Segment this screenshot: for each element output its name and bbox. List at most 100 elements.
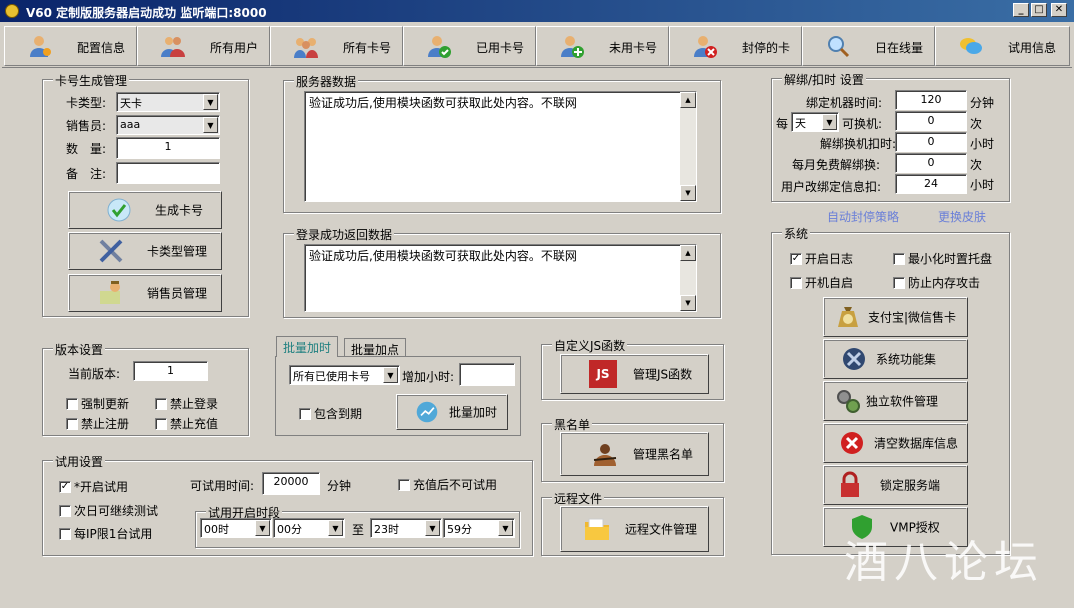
card-type-manage-button[interactable]: 卡类型管理 [68,232,222,270]
from-minute-select[interactable]: 00分 ▼ [273,518,345,538]
include-expired-checkbox[interactable]: 包含到期 [299,405,362,422]
toolbar-used-cards-button[interactable]: 已用卡号 [403,26,536,66]
note-input[interactable] [116,162,220,184]
user-change-input[interactable]: 24 [895,174,967,194]
checkbox-box: ✓ [790,252,802,265]
card-type-label: 卡类型: [66,96,107,110]
lock-server-button[interactable]: 锁定服务端 [823,465,968,505]
toolbar-label: 配置信息 [77,41,126,55]
trial-time-input[interactable]: 20000 [262,472,320,495]
remote-file-manage-button[interactable]: 远程文件管理 [560,506,709,552]
group-title: 解绑/扣时 设置 [782,71,866,88]
window-title: V60 定制版服务器启动成功 监听端口:8000 [26,6,267,20]
enable-log-checkbox[interactable]: ✓ 开启日志 [790,250,853,267]
unit-label: 小时 [970,137,995,151]
manage-js-button[interactable]: JS 管理JS函数 [560,354,709,394]
toolbar-unused-cards-button[interactable]: 未用卡号 [536,26,669,66]
change-skin-link[interactable]: 更换皮肤 [938,208,986,225]
current-version-label: 当前版本: [68,367,121,381]
per-period-select[interactable]: 天 ▼ [791,112,839,132]
clear-database-button[interactable]: 清空数据库信息 [823,423,968,463]
toolbar-daily-online-button[interactable]: 日在线量 [802,26,935,66]
card-scope-select[interactable]: 所有已使用卡号 ▼ [289,365,400,385]
scrollbar[interactable]: ▲ ▼ [680,92,696,201]
no-trial-after-recharge-checkbox[interactable]: 充值后不可试用 [398,476,497,493]
one-per-ip-checkbox[interactable]: 每IP限1台试用 [59,525,152,542]
seller-manage-button[interactable]: 销售员管理 [68,274,222,312]
auto-ban-policy-link[interactable]: 自动封停策略 [827,208,899,225]
toolbar: 配置信息 所有用户 所有卡号 已用卡号 未用卡号 封停的卡 日在线量 试用信息 [2,24,1072,68]
next-day-trial-checkbox[interactable]: 次日可继续测试 [59,502,158,519]
toolbar-all-users-button[interactable]: 所有用户 [137,26,270,66]
checkbox-box [299,407,311,420]
scrollbar[interactable]: ▲ ▼ [680,245,696,311]
free-unbind-input[interactable]: 0 [895,153,967,173]
unbind-deduct-input[interactable]: 0 [895,132,967,152]
generate-card-button[interactable]: 生成卡号 [68,191,222,229]
chevron-down-icon: ▼ [425,520,440,536]
change-count-input[interactable]: 0 [895,111,967,131]
batch-add-time-button[interactable]: 批量加时 [396,394,508,430]
disable-register-checkbox[interactable]: 禁止注册 [66,415,129,432]
toolbar-all-cards-button[interactable]: 所有卡号 [270,26,403,66]
tab-batch-add-points[interactable]: 批量加点 [344,338,407,357]
toolbar-label: 已用卡号 [476,41,525,55]
toolbar-trial-info-button[interactable]: 试用信息 [935,26,1070,66]
tools-icon [843,348,865,370]
toolbar-label: 所有卡号 [343,41,392,55]
disable-recharge-checkbox[interactable]: 禁止充值 [155,415,218,432]
folder-icon [585,518,609,540]
tab-batch-add-time[interactable]: 批量加时 [276,336,339,357]
alipay-wechat-button[interactable]: 支付宝|微信售卡 [823,297,968,337]
bind-time-input[interactable]: 120 [895,90,967,110]
enable-trial-checkbox[interactable]: ✓ *开启试用 [59,478,128,495]
checkbox-box [66,417,78,430]
manage-blacklist-button[interactable]: 管理黑名单 [560,432,709,476]
checkbox-box [398,478,410,491]
tools-icon [99,239,123,263]
scroll-up-icon[interactable]: ▲ [680,245,696,261]
system-functions-button[interactable]: 系统功能集 [823,339,968,379]
money-bag-icon [838,307,858,327]
add-hours-input[interactable] [459,363,515,386]
login-data-textarea[interactable]: 验证成功后,使用模块函数可获取此处内容。不联网 ▲ ▼ [304,244,697,312]
to-hour-select[interactable]: 23时 ▼ [370,518,442,538]
scroll-down-icon[interactable]: ▼ [680,295,696,311]
current-version-input[interactable]: 1 [133,361,208,381]
chevron-down-icon: ▼ [498,520,513,536]
server-data-textarea[interactable]: 验证成功后,使用模块函数可获取此处内容。不联网 ▲ ▼ [304,91,697,202]
anti-attack-checkbox[interactable]: 防止内存攻击 [893,274,980,291]
toolbar-label: 封停的卡 [742,41,791,55]
disable-login-checkbox[interactable]: 禁止登录 [155,395,218,412]
chevron-down-icon: ▼ [203,94,218,110]
scroll-down-icon[interactable]: ▼ [680,185,696,201]
toolbar-label: 试用信息 [1008,41,1057,55]
quantity-input[interactable]: 1 [116,137,220,159]
group-title: 远程文件 [552,490,605,507]
close-button[interactable]: ✕ [1051,3,1067,17]
toolbar-label: 未用卡号 [609,41,658,55]
force-update-checkbox[interactable]: 强制更新 [66,395,129,412]
tray-checkbox[interactable]: 最小化时置托盘 [893,250,992,267]
users-icon [161,37,185,57]
chevron-down-icon: ▼ [383,367,398,383]
lock-icon [841,471,859,497]
toolbar-banned-cards-button[interactable]: 封停的卡 [669,26,802,66]
seller-select[interactable]: aaa ▼ [116,115,220,135]
seller-label: 销售员: [66,119,107,133]
standalone-software-button[interactable]: 独立软件管理 [823,381,968,421]
checkbox-box [66,397,78,410]
change-label: 可换机: [842,117,883,131]
autostart-checkbox[interactable]: 开机自启 [790,274,853,291]
add-hours-label: 增加小时: [402,370,455,384]
to-minute-select[interactable]: 59分 ▼ [443,518,515,538]
js-icon: JS [589,360,617,388]
chat-bubble-icon [960,38,982,54]
card-type-select[interactable]: 天卡 ▼ [116,92,220,112]
group-title: 服务器数据 [294,73,359,90]
maximize-button[interactable]: □ [1031,3,1047,17]
minimize-button[interactable]: _ [1013,3,1029,17]
toolbar-config-button[interactable]: 配置信息 [4,26,137,66]
scroll-up-icon[interactable]: ▲ [680,92,696,108]
from-hour-select[interactable]: 00时 ▼ [200,518,272,538]
